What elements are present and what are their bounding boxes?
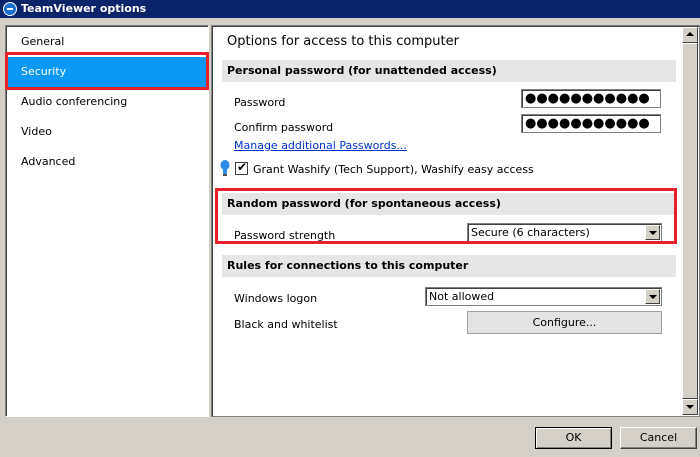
grant-easy-access-label: Grant Washify (Tech Support), Washify ea… [253, 163, 534, 176]
rules-section-header: Rules for connections to this computer [222, 255, 676, 277]
password-field[interactable]: ●●●●●●●●●●● [521, 89, 661, 108]
windows-logon-select[interactable]: Not allowed [425, 287, 662, 306]
windows-logon-label: Windows logon [234, 292, 318, 305]
chevron-down-icon[interactable] [645, 225, 660, 240]
confirm-password-field[interactable]: ●●●●●●●●●●● [521, 114, 661, 133]
options-panel: Options for access to this computer Pers… [211, 25, 700, 417]
grant-easy-access-checkbox[interactable] [235, 160, 248, 175]
configure-button[interactable]: Configure... [467, 311, 662, 334]
title-bar: TeamViewer options [0, 0, 700, 18]
sidebar-item-label: General [21, 35, 65, 48]
scroll-up-icon[interactable] [682, 27, 698, 43]
password-strength-select[interactable]: Secure (6 characters) [467, 223, 662, 242]
sidebar-item-label: Audio conferencing [21, 95, 128, 108]
sidebar-item-label: Video [21, 125, 52, 138]
password-strength-label: Password strength [234, 229, 336, 242]
sidebar-item-audio-conferencing[interactable]: Audio conferencing [7, 87, 207, 117]
personal-password-section-header: Personal password (for unattended access… [222, 60, 676, 82]
window-title: TeamViewer options [21, 2, 147, 15]
password-strength-value: Secure (6 characters) [471, 226, 590, 239]
confirm-password-label: Confirm password [234, 121, 334, 134]
lightbulb-icon [220, 160, 230, 176]
sidebar: General Security Audio conferencing Vide… [5, 25, 209, 417]
scroll-down-icon[interactable] [682, 399, 698, 415]
sidebar-item-video[interactable]: Video [7, 117, 207, 147]
cancel-button[interactable]: Cancel [620, 427, 697, 449]
scroll-thumb[interactable] [682, 43, 698, 399]
manage-passwords-link[interactable]: Manage additional Passwords... [234, 139, 407, 152]
chevron-down-icon[interactable] [645, 289, 660, 304]
sidebar-item-security[interactable]: Security [7, 57, 207, 87]
sidebar-item-label: Advanced [21, 155, 76, 168]
teamviewer-logo-icon [3, 2, 17, 16]
password-label: Password [234, 96, 286, 109]
sidebar-item-label: Security [21, 65, 67, 78]
scrollbar[interactable] [682, 27, 698, 415]
random-password-section-header: Random password (for spontaneous access) [222, 193, 676, 215]
black-whitelist-label: Black and whitelist [234, 318, 338, 331]
page-title: Options for access to this computer [227, 34, 459, 49]
windows-logon-value: Not allowed [429, 290, 495, 303]
sidebar-item-advanced[interactable]: Advanced [7, 147, 207, 177]
ok-button[interactable]: OK [535, 427, 612, 449]
sidebar-item-general[interactable]: General [7, 27, 207, 57]
